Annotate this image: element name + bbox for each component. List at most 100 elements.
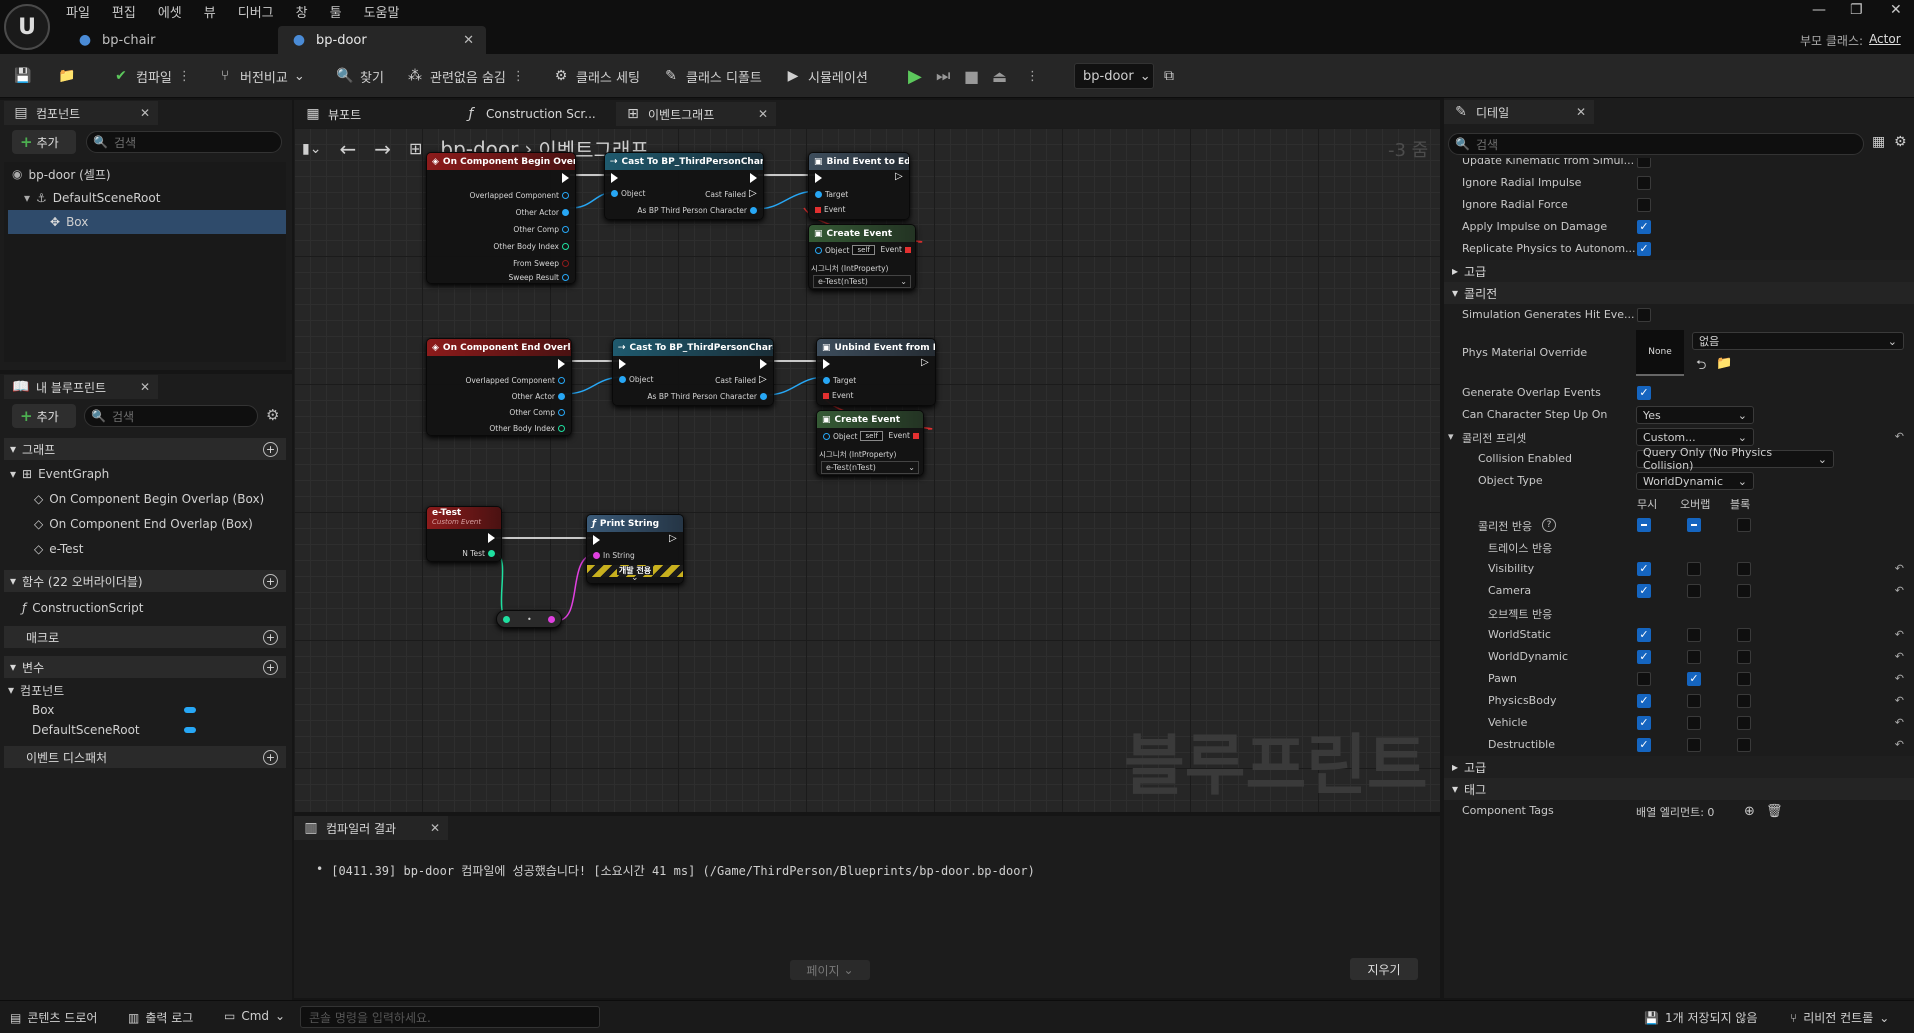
tab-construction-script[interactable]: ƒ Construction Scr... <box>454 102 614 126</box>
console-input[interactable]: 콘솔 명령을 입력하세요. <box>300 1006 600 1028</box>
block-checkbox[interactable] <box>1737 584 1751 598</box>
node-print-string[interactable]: ƒ Print String ▷ In String 개발 전용 ⌄ <box>586 514 684 584</box>
blueprint-search[interactable]: 🔍 검색 <box>84 405 258 427</box>
object-type-select[interactable]: WorldDynamic ⌄ <box>1636 472 1754 490</box>
block-checkbox[interactable] <box>1737 628 1751 642</box>
overlap-checkbox[interactable] <box>1687 584 1701 598</box>
cmd-button[interactable]: ▭ Cmd ⌄ <box>224 1009 285 1023</box>
event-item[interactable]: ◇ e-Test <box>34 539 83 559</box>
ignore-checkbox[interactable]: ✓ <box>1637 716 1651 730</box>
maximize-icon[interactable]: ❐ <box>1850 2 1863 18</box>
unsaved-button[interactable]: 💾 1개 저장되지 않음 <box>1644 1009 1758 1026</box>
menu-tools[interactable]: 툴 <box>330 2 342 22</box>
tab-event-graph[interactable]: ⊞ 이벤트그래프 ✕ <box>616 102 776 126</box>
exec-out-pin[interactable] <box>488 533 495 543</box>
compile-button[interactable]: ✔ 컴파일 ⋮ <box>112 64 191 88</box>
simulation-button[interactable]: ▶ 시뮬레이션 <box>784 64 868 88</box>
menu-edit[interactable]: 편집 <box>112 2 136 22</box>
ignore-checkbox[interactable]: ✓ <box>1637 650 1651 664</box>
output-pin[interactable] <box>548 616 555 623</box>
block-checkbox[interactable] <box>1737 738 1751 752</box>
node-cast-1[interactable]: ⇢ Cast To BP_ThirdPersonCharacter Object… <box>604 152 764 220</box>
eject-icon[interactable]: ⏏ <box>992 64 1007 88</box>
hide-unrelated-button[interactable]: ⁂ 관련없음 숨김 ⋮ <box>406 64 525 88</box>
ignore-checkbox[interactable] <box>1637 672 1651 686</box>
reset-arrow-icon[interactable]: ↶ <box>1895 430 1904 443</box>
menu-asset[interactable]: 에셋 <box>158 2 182 22</box>
exec-out-pin[interactable] <box>562 173 569 183</box>
overlap-checkbox[interactable] <box>1687 650 1701 664</box>
input-pin[interactable] <box>503 616 510 623</box>
exec-out-pin[interactable] <box>760 359 767 369</box>
tags-section[interactable]: ▾ 태그 <box>1444 778 1914 800</box>
overlap-checkbox[interactable] <box>1687 694 1701 708</box>
revision-control-button[interactable]: ⑂ 리비전 컨트롤 ⌄ <box>1790 1009 1889 1026</box>
presets-select[interactable]: Custom... ⌄ <box>1636 428 1754 446</box>
output-pin[interactable]: N Test <box>462 549 495 558</box>
expand-chevron-icon[interactable]: ⌄ <box>631 573 639 583</box>
add-item-button[interactable]: + 추가 <box>12 404 76 428</box>
output-pin[interactable]: From Sweep <box>513 259 569 268</box>
property-checkbox[interactable]: ✓ <box>1637 220 1651 234</box>
output-pin[interactable]: Event <box>881 245 911 254</box>
exec-in-pin[interactable] <box>611 173 618 183</box>
input-pin[interactable]: Target <box>815 190 848 199</box>
function-select[interactable]: e-Test(nTest) ⌄ <box>821 461 919 474</box>
exec-in-pin[interactable] <box>593 535 600 545</box>
event-graph-item[interactable]: ▾ ⊞ EventGraph <box>10 464 109 484</box>
input-pin[interactable]: Object <box>619 375 653 384</box>
ignore-checkbox[interactable]: ✓ <box>1637 628 1651 642</box>
close-icon[interactable]: ✕ <box>140 380 150 394</box>
component-box[interactable]: ✥ Box <box>8 210 286 234</box>
menu-debug[interactable]: 디버그 <box>238 2 274 22</box>
settings-gear-icon[interactable]: ⚙ <box>266 406 279 424</box>
input-pin[interactable]: Target <box>823 376 856 385</box>
browse-icon[interactable]: 📁 <box>1716 356 1732 371</box>
tab-bp-chair[interactable]: ● bp-chair <box>64 26 274 54</box>
input-pin[interactable]: Object <box>611 189 645 198</box>
input-pin[interactable]: Object self <box>815 245 875 255</box>
close-icon[interactable]: ✕ <box>140 106 150 120</box>
add-function-icon[interactable]: + <box>263 573 278 589</box>
node-begin-overlap[interactable]: ◈ On Component Begin Overlap (Box) Overl… <box>426 152 576 284</box>
save-icon[interactable]: 💾 <box>14 64 32 88</box>
components-search[interactable]: 🔍 검색 <box>86 131 282 153</box>
node-conversion[interactable]: • <box>496 610 562 628</box>
ignore-checkbox[interactable]: ✓ <box>1637 562 1651 576</box>
reset-arrow-icon[interactable]: ↶ <box>1895 584 1904 597</box>
reset-arrow-icon[interactable]: ↶ <box>1895 716 1904 729</box>
reset-arrow-icon[interactable]: ↶ <box>1895 562 1904 575</box>
play-icon[interactable]: ▶ <box>908 64 922 88</box>
reset-arrow-icon[interactable]: ↶ <box>1895 628 1904 641</box>
table-view-icon[interactable]: ▦ <box>1872 134 1885 150</box>
event-item[interactable]: ◇ On Component Begin Overlap (Box) <box>34 489 264 509</box>
settings-gear-icon[interactable]: ⚙ <box>1894 134 1907 150</box>
input-pin[interactable]: Object self <box>823 431 883 441</box>
overlap-checkbox[interactable]: ✓ <box>1687 672 1701 686</box>
property-checkbox[interactable] <box>1637 158 1651 168</box>
step-icon[interactable]: ⏭ <box>936 64 950 88</box>
input-pin[interactable]: Event <box>823 391 854 400</box>
overlap-checkbox[interactable] <box>1687 738 1701 752</box>
node-cast-2[interactable]: ⇢ Cast To BP_ThirdPersonCharacter Object… <box>612 338 774 406</box>
add-component-button[interactable]: + 추가 <box>12 130 76 154</box>
output-pin[interactable]: As BP Third Person Character <box>637 206 757 215</box>
overlap-checkbox[interactable] <box>1687 716 1701 730</box>
reset-arrow-icon[interactable]: ↶ <box>1895 650 1904 663</box>
input-pin[interactable]: Event <box>815 205 846 214</box>
advanced-section-2[interactable]: ▸ 고급 <box>1444 756 1914 778</box>
block-all-checkbox[interactable] <box>1737 518 1751 532</box>
output-pin[interactable]: As BP Third Person Character <box>647 392 767 401</box>
ignore-checkbox[interactable]: ✓ <box>1637 694 1651 708</box>
property-checkbox[interactable]: ✓ <box>1637 242 1651 256</box>
tab-viewport[interactable]: ▦ 뷰포트 <box>296 102 446 126</box>
property-checkbox[interactable] <box>1637 308 1651 322</box>
component-self[interactable]: ◉ bp-door (셀프) <box>12 164 111 184</box>
add-macro-icon[interactable]: + <box>263 629 278 645</box>
compiler-results-tab[interactable]: ▥ 컴파일러 결과 ✕ <box>294 816 448 840</box>
advanced-section[interactable]: ▸ 고급 <box>1444 260 1914 282</box>
add-dispatcher-icon[interactable]: + <box>263 749 278 765</box>
add-graph-icon[interactable]: + <box>263 441 278 457</box>
stop-icon[interactable]: ■ <box>964 64 979 88</box>
reset-arrow-icon[interactable]: ↶ <box>1895 672 1904 685</box>
